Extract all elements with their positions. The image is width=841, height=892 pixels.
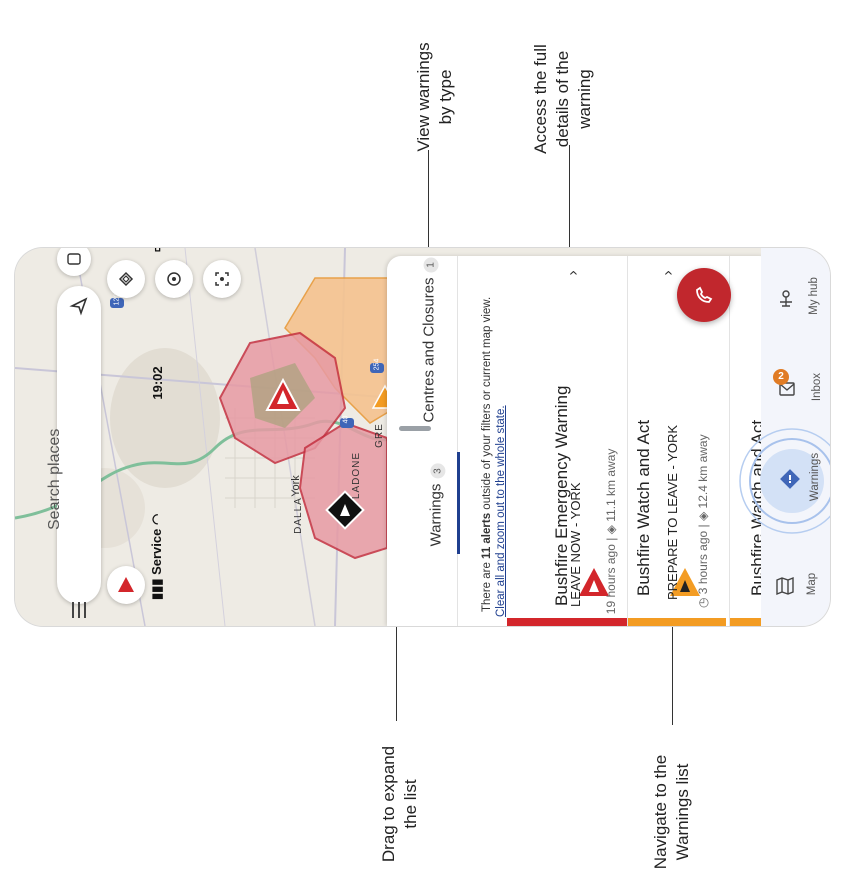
- bottom-navigation: Map Warnings 2 Inbox My hub: [739, 248, 830, 626]
- callout-leader: [428, 150, 429, 258]
- warning-distance: 12.4 km away: [696, 434, 710, 509]
- tab-divider: [457, 256, 458, 626]
- chevron-up-icon[interactable]: ›: [565, 270, 583, 275]
- tab-warnings-count: 3: [430, 463, 446, 479]
- battery-icon: ▭: [149, 248, 165, 252]
- tab-centres-closures[interactable]: Centres and Closures 1: [420, 257, 439, 423]
- tab-active-indicator: [457, 452, 460, 554]
- tab-centres-count: 1: [423, 257, 439, 273]
- warning-title: Bushfire Watch and Act: [634, 419, 653, 596]
- tab-warnings[interactable]: Warnings 3: [427, 463, 446, 547]
- callout-leader: [569, 145, 570, 257]
- warning-card[interactable]: Bushfire Emergency Warning LEAVE NOW - Y…: [507, 256, 627, 626]
- recenter-button[interactable]: [203, 260, 241, 298]
- callout-line: Access the full: [531, 44, 550, 154]
- callout-line: details of the: [553, 50, 572, 148]
- notice-text: outside of your filters or current map v…: [481, 296, 493, 513]
- signal-icon: ▮▮▮: [149, 574, 164, 600]
- map-label-york: York: [289, 475, 302, 497]
- nav-label: Map: [806, 572, 819, 596]
- callout-line: the list: [401, 779, 420, 829]
- callout-line: Drag to expand: [379, 745, 398, 863]
- clear-filters-link[interactable]: Clear all and zoom out to the whole stat…: [495, 287, 507, 617]
- carrier-label: Service: [149, 528, 164, 575]
- nav-item-map[interactable]: Map: [761, 548, 830, 626]
- callout-line: by type: [436, 69, 455, 125]
- wifi-icon: ◠: [149, 513, 164, 526]
- layers-toggle-button[interactable]: [107, 260, 145, 298]
- callout-view-by-type: View warnings by type: [413, 22, 457, 172]
- warning-subtitle: LEAVE NOW - YORK: [568, 482, 583, 608]
- callout-line: Navigate to the: [651, 754, 670, 870]
- tab-centres-label: Centres and Closures: [420, 277, 438, 423]
- warning-distance: 11.1 km away: [604, 448, 618, 522]
- distance-icon: ◈: [696, 508, 710, 521]
- meta-divider: |: [604, 534, 618, 541]
- nav-item-inbox[interactable]: 2 Inbox: [761, 353, 830, 423]
- callout-full-details: Access the full details of the warning: [530, 24, 596, 174]
- phone-refresh-icon: [696, 286, 713, 303]
- road-shield-label: 254: [373, 358, 381, 371]
- callout-line: Warnings list: [673, 763, 692, 861]
- distance-icon: ◈: [604, 521, 618, 535]
- inbox-badge: 2: [773, 369, 789, 385]
- my-location-warning-icon[interactable]: [107, 566, 145, 604]
- status-bar: ▮▮▮ Service ◠ 19:02 ▭: [145, 248, 169, 600]
- nav-item-my-hub[interactable]: My hub: [761, 258, 830, 338]
- nav-label: Inbox: [811, 372, 824, 402]
- map-label-ladone: LADONE: [351, 451, 363, 500]
- phone-screen: York DALLA LADONE GRE 120 254 40 ▮▮▮ Ser…: [15, 248, 830, 626]
- tab-warnings-label: Warnings: [427, 483, 445, 547]
- map-icon: [776, 576, 794, 596]
- severity-strip: [628, 618, 726, 626]
- status-time: 19:02: [149, 366, 165, 400]
- warning-subtitle: PREPARE TO LEAVE - YORK: [665, 424, 680, 600]
- severity-strip: [507, 618, 627, 626]
- search-input[interactable]: Search places: [46, 330, 68, 530]
- menu-icon[interactable]: [71, 602, 87, 618]
- callout-line: View warnings: [414, 42, 433, 152]
- nav-item-warnings[interactable]: Warnings: [739, 428, 830, 534]
- clock-icon: ◷: [696, 594, 710, 608]
- road-shield-label: 40: [342, 415, 350, 424]
- warning-diamond-icon: [780, 469, 800, 489]
- map-label-gre: GRE: [373, 423, 385, 448]
- warning-meta: ◷ 3 hours ago | ◈ 12.4 km away: [696, 418, 710, 608]
- nav-label: Warnings: [809, 452, 822, 502]
- alerts-notice: There are 11 alerts outside of your filt…: [481, 272, 493, 612]
- callout-line: warning: [575, 69, 594, 129]
- warning-time: 19 hours ago: [604, 544, 618, 615]
- callout-navigate-warnings: Navigate to the Warnings list: [650, 732, 694, 892]
- meta-divider: |: [696, 521, 710, 528]
- emergency-call-fab[interactable]: [677, 268, 731, 322]
- navigation-arrow-icon[interactable]: [69, 296, 89, 316]
- callout-drag-expand: Drag to expand the list: [378, 724, 422, 884]
- map-label-dalla: DALLA: [292, 497, 304, 534]
- notice-text: There are: [481, 558, 493, 612]
- watch-zone-button[interactable]: [155, 260, 193, 298]
- status-signal: ▮▮▮ Service ◠: [149, 514, 165, 600]
- warning-meta: ◷ 19 hours ago | ◈ 11.1 km away: [604, 428, 618, 626]
- drag-handle[interactable]: [399, 426, 431, 431]
- chevron-up-icon[interactable]: ›: [660, 270, 678, 275]
- hub-icon: [780, 290, 792, 307]
- notice-bold: 11 alerts: [481, 512, 493, 559]
- nav-label: My hub: [807, 277, 820, 315]
- warning-time: 3 hours ago: [696, 530, 710, 595]
